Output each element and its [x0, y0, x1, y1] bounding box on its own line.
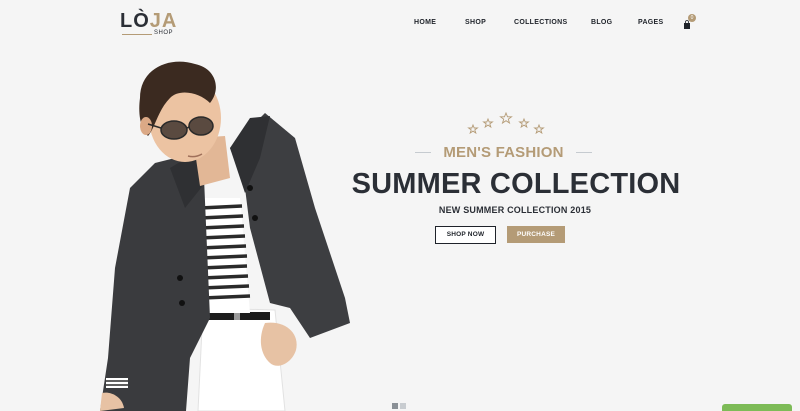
hero-subtitle-row: MEN'S FASHION: [415, 144, 592, 161]
star-icon: [467, 112, 545, 134]
slider-pagination: [392, 403, 408, 409]
hero-headline: SUMMER COLLECTION: [351, 168, 681, 200]
nav-item-home[interactable]: HOME: [414, 19, 436, 26]
slider-dot-1[interactable]: [392, 403, 398, 409]
nav-item-shop[interactable]: SHOP: [465, 19, 486, 26]
hero-model-image: [100, 61, 350, 411]
nav-item-collections[interactable]: COLLECTIONS: [514, 19, 567, 26]
cart-count-badge: 0: [688, 14, 696, 22]
cart-button[interactable]: 0: [683, 14, 696, 29]
nav-item-blog[interactable]: BLOG: [591, 19, 612, 26]
hero-subtitle: MEN'S FASHION: [443, 144, 564, 161]
floating-action-tab[interactable]: [722, 404, 792, 411]
slider-dot-2[interactable]: [400, 403, 406, 409]
logo-underline: [122, 34, 152, 35]
shop-now-button[interactable]: SHOP NOW: [435, 226, 496, 244]
nav-item-pages[interactable]: PAGES: [638, 19, 664, 26]
subtitle-divider-right: [576, 152, 592, 153]
purchase-button[interactable]: PURCHASE: [507, 226, 565, 243]
hero-tagline: NEW SUMMER COLLECTION 2015: [438, 205, 592, 215]
main-nav: HOME SHOP COLLECTIONS BLOG PAGES: [0, 19, 800, 31]
